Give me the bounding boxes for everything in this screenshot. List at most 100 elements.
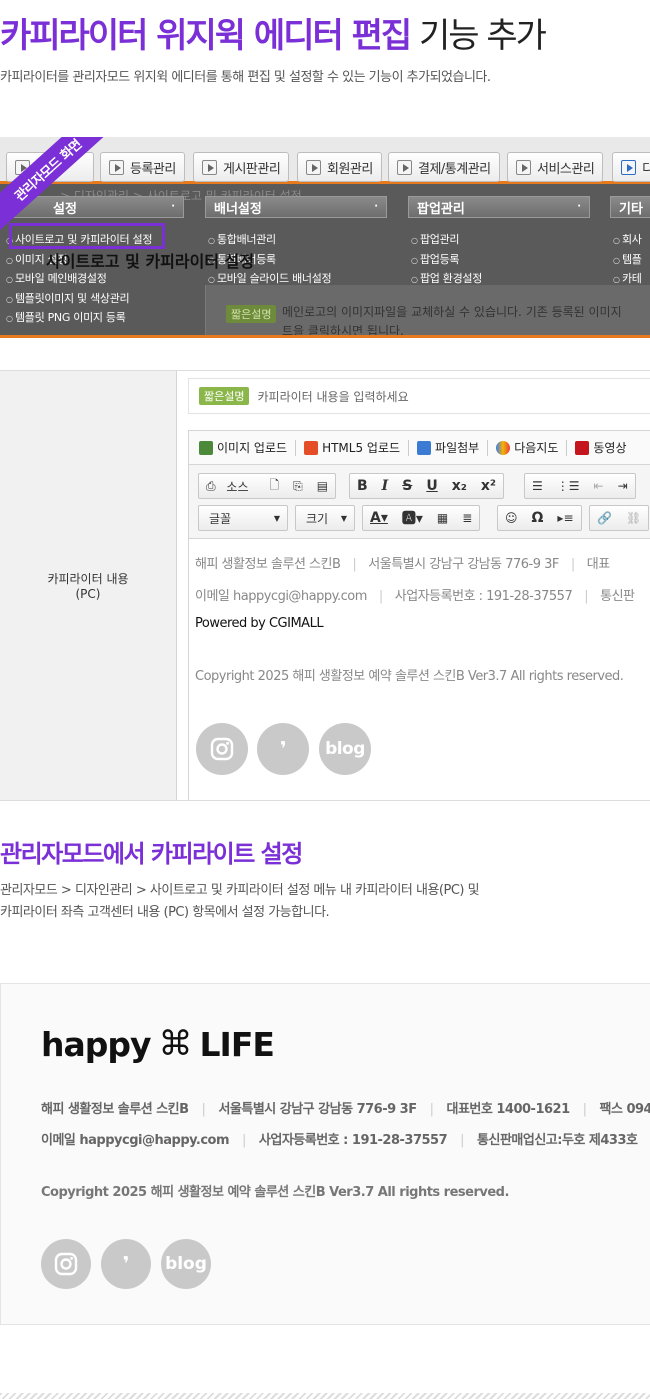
numbered-list-icon[interactable]: ☰ [525,479,550,493]
menu-item[interactable]: 템플 [613,251,642,271]
blog-icon[interactable]: blog [161,1239,211,1289]
menu-item[interactable]: 팝업등록 [411,251,482,271]
short-desc-badge: 짧은설명 [226,305,277,323]
bg-color-icon[interactable]: 🅰▾ [395,508,430,528]
menu-item[interactable]: 템플릿이미지 및 색상관리 [6,290,152,310]
chevron-down-icon: ▼ [340,514,347,523]
footer-info-line-1: 해피 생활정보 솔루션 스킨B | 서울특별시 강남구 강남동 776-9 3F | 대… [41,1102,650,1117]
admin-desc-panel: 짧은설명 메인로고의 이미지파일을 교체하실 수 있습니다. 기존 등록된 이미… [205,285,650,338]
menu-item[interactable]: 팝업관리 [411,231,482,251]
kakao-icon[interactable]: ❜ [101,1239,151,1289]
map-icon [496,440,511,455]
menu-item[interactable]: 회사 [613,231,642,251]
content-copyright: Copyright 2025 해피 생활정보 예약 솔루션 스킨B Ver3.7… [195,669,624,684]
menu-list-popup: 팝업관리 팝업등록 팝업 환경설정 [411,231,482,290]
size-dropdown[interactable]: 크기 ▼ [295,505,355,531]
unlink-icon[interactable]: ⛓ [619,511,648,525]
happy-life-logo[interactable]: happy ⌘ LIFE [41,1024,275,1064]
menu-header-banner[interactable]: 배너설정 · [205,196,387,218]
html5-icon [304,440,319,455]
play-icon [516,159,531,175]
font-dropdown[interactable]: 글꼴 ▼ [198,505,288,531]
tab-member[interactable]: 회원관리 [297,152,382,182]
preview-icon[interactable]: ⎘ [286,479,310,494]
strike-icon[interactable]: S [395,478,419,494]
italic-icon[interactable]: I [375,478,396,494]
indent-icon[interactable]: ⇥ [611,479,635,493]
menu-header-popup[interactable]: 팝업관리 · [408,196,590,218]
toolbar-group-color: A▾ 🅰▾ ▦ ≣ [362,505,481,531]
footer: happy ⌘ LIFE 해피 생활정보 솔루션 스킨B | 서울특별시 강남구 강… [0,983,650,1325]
page-subtitle: 카피라이터를 관리자모드 위지윅 에디터를 통해 편집 및 설정할 수 있는 기… [0,70,491,85]
pagebreak-icon[interactable]: ▸≡ [550,511,580,525]
footer-copyright: Copyright 2025 해피 생활정보 예약 솔루션 스킨B Ver3.7… [41,1185,509,1200]
powered-by: Powered by CGIMALL [195,616,324,631]
toolbar-group-format: B I S U x₂ x² [349,473,505,499]
daum-map-button[interactable]: 다음지도 [496,439,558,456]
image-icon [199,440,213,455]
play-icon [621,159,636,175]
menu-list-etc: 회사 템플 카테 [613,231,642,290]
content-line-1: 해피 생활정보 솔루션 스킨B | 서울특별시 강남구 강남동 776-9 3F | 대… [195,557,610,572]
link-icon[interactable]: 🔗 [590,511,619,525]
video-button[interactable]: 동영상 [575,439,627,456]
hint-text: 카피라이터 내용을 입력하세요 [257,389,409,404]
toolbar-group-insert: ☺ Ω ▸≡ [497,505,582,531]
table-icon[interactable]: ▦ [430,511,455,525]
tab-design[interactable]: 디 [612,152,650,182]
text-color-icon[interactable]: A▾ [363,510,395,526]
play-icon [109,159,124,175]
menu-item[interactable]: 모바일 메인배경설정 [6,270,152,290]
admin-screenshot: 등록관리 게시판관리 회원관리 결제/통계관리 서비스관리 디 관리자모드 화면… [0,137,650,338]
instagram-icon[interactable] [196,723,248,775]
panel-text: 메인로고의 이미지파일을 교체하실 수 있습니다. 기존 등록된 이미지 트을 … [282,305,622,338]
page-title: 카피라이터 위지윅 에디터 편집 기능 추가 [0,8,547,57]
upload-bar: 이미지 업로드 HTML5 업로드 파일첨부 다음지도 동영상 [188,430,650,465]
underline-icon[interactable]: U [419,478,444,494]
overlay-title: 사이트로고 및 카피라이터 설정 [46,252,255,271]
image-upload-button[interactable]: 이미지 업로드 [199,439,287,456]
bold-icon[interactable]: B [350,478,375,494]
highlight-box [9,223,165,249]
editor-label: 카피라이터 내용 (PC) [0,371,177,800]
section-desc: 관리자모드 > 디자인관리 > 사이트로고 및 카피라이터 설정 메뉴 내 카피… [0,883,480,920]
toolbar-group-link: 🔗 ⛓ [589,505,650,531]
instagram-icon[interactable] [41,1239,91,1289]
admin-tabbar: 등록관리 게시판관리 회원관리 결제/통계관리 서비스관리 디 [0,137,650,184]
toolbar-group-source: ⎙ 소스 🗋 ⎘ ▤ [198,473,337,499]
new-doc-icon[interactable]: 🗋 [263,476,287,497]
title-accent: 카피라이터 위지윅 에디터 편집 [0,16,412,56]
hint-badge: 짧은설명 [199,387,250,405]
tab-register[interactable]: 등록관리 [100,152,185,182]
menu-item[interactable]: 템플릿 PNG 이미지 등록 [6,309,152,329]
clover-icon: ⌘ [158,1024,193,1064]
emoji-icon[interactable]: ☺ [498,511,525,525]
tab-service[interactable]: 서비스관리 [507,152,604,182]
template-icon[interactable]: ▤ [310,479,335,493]
section-title: 관리자모드에서 카피라이트 설정 [0,840,303,868]
content-line-2: 이메일 happycgi@happy.com | 사업자등록번호 : 191-28-… [195,589,635,604]
superscript-icon[interactable]: x² [474,478,503,494]
chevron-down-icon: ▼ [273,514,280,523]
play-icon [397,159,412,175]
outdent-icon[interactable]: ⇤ [587,479,611,493]
video-icon [575,440,590,455]
menu-header-etc[interactable]: 기타 [610,196,650,218]
title-rest: 기능 추가 [410,16,547,56]
blog-icon[interactable]: blog [319,723,371,775]
editor-content[interactable]: 해피 생활정보 솔루션 스킨B | 서울특별시 강남구 강남동 776-9 3F | 대… [188,539,650,801]
toolbar-group-list: ☰ ⋮☰ ⇤ ⇥ [524,473,636,499]
html5-upload-button[interactable]: HTML5 업로드 [304,439,400,456]
play-icon [202,159,217,175]
tab-payment[interactable]: 결제/통계관리 [388,152,500,182]
subscript-icon[interactable]: x₂ [445,478,474,494]
file-attach-button[interactable]: 파일첨부 [417,439,479,456]
editor-toolbar: ⎙ 소스 🗋 ⎘ ▤ B I S U x₂ x² ☰ ⋮☰ ⇤ ⇥ 글꼴 ▼ 크기… [188,465,650,539]
special-char-icon[interactable]: Ω [525,510,551,526]
kakao-icon[interactable]: ❜ [257,723,309,775]
tab-board[interactable]: 게시판관리 [193,152,290,182]
footer-info-line-2: 이메일 happycgi@happy.com | 사업자등록번호 : 191-28-… [41,1133,638,1148]
bullet-list-icon[interactable]: ⋮☰ [550,479,587,493]
source-button[interactable]: ⎙ 소스 [199,478,263,495]
hr-icon[interactable]: ≣ [455,511,479,525]
